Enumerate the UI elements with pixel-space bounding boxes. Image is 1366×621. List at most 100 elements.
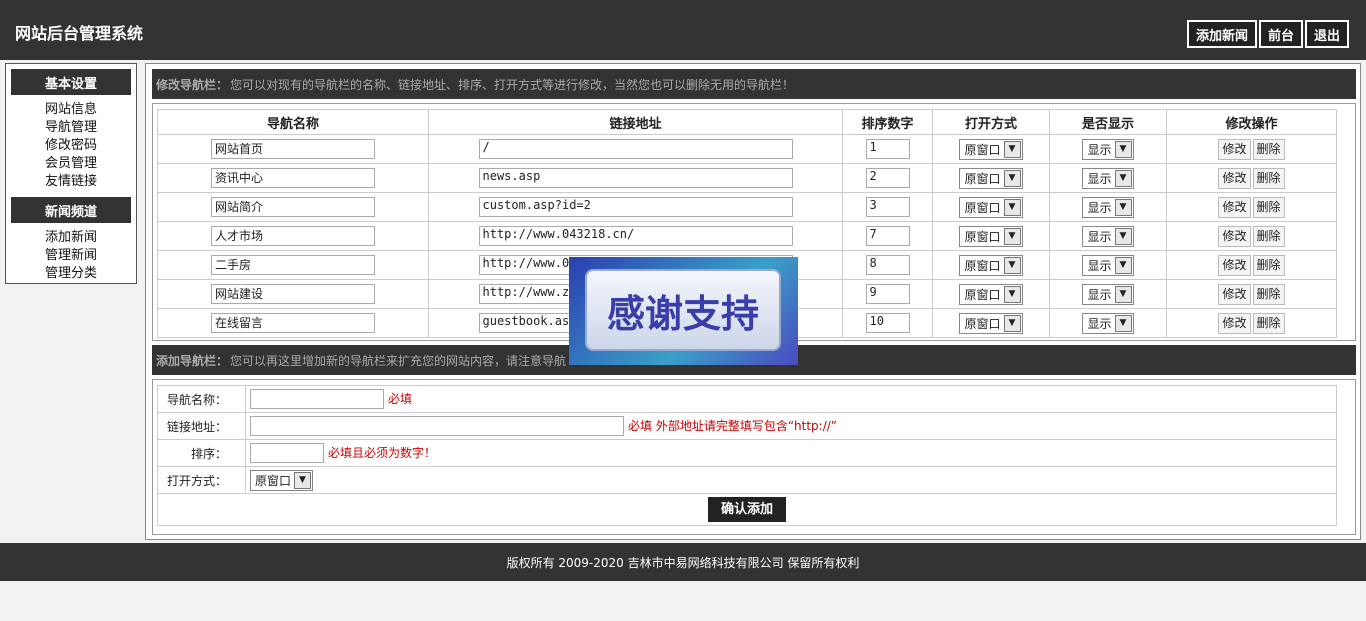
nav-show-select[interactable]: 显示 ▼ [1082,254,1134,276]
nav-open-select[interactable]: 原窗口 ▼ [959,283,1023,305]
nav-sort-input[interactable]: 7 [865,226,910,246]
nav-open-select[interactable]: 原窗口 ▼ [959,225,1023,247]
sidebar: 基本设置 网站信息 导航管理 修改密码 会员管理 友情链接 新闻频道 添加新闻 … [5,63,137,284]
delete-button[interactable]: 删除 [1252,312,1285,334]
nav-name-input[interactable]: 网站简介 [211,197,375,217]
edit-button[interactable]: 修改 [1218,167,1251,189]
nav-show-value: 显示 [1087,200,1112,215]
confirm-add-button[interactable]: 确认添加 [707,497,786,522]
nav-show-select[interactable]: 显示 ▼ [1082,225,1134,247]
delete-button[interactable]: 删除 [1252,138,1285,160]
nav-open-value: 原窗口 [964,171,1001,186]
delete-button[interactable]: 删除 [1252,167,1285,189]
edit-button[interactable]: 修改 [1218,225,1251,247]
delete-button[interactable]: 删除 [1252,283,1285,305]
chevron-down-icon: ▼ [1003,285,1021,303]
nav-ops-cell: 修改 删除 [1166,279,1337,309]
nav-url-input[interactable]: news.asp [478,168,793,188]
nav-name-input[interactable]: 在线留言 [211,313,375,333]
chevron-down-icon: ▼ [1114,140,1132,158]
edit-button[interactable]: 修改 [1218,312,1251,334]
nav-open-value: 原窗口 [964,229,1001,244]
add-name-input[interactable] [250,389,384,409]
nav-sort-cell: 8 [842,250,933,280]
nav-url-input[interactable]: custom.asp?id=2 [478,197,793,217]
nav-name-cell: 网站首页 [157,134,429,164]
add-nav-desc: 您可以再这里增加新的导航栏来扩充您的网站内容，请注意导航 [230,353,567,368]
nav-open-select[interactable]: 原窗口 ▼ [959,196,1023,218]
add-nav-form: 导航名称： 必填 链接地址： 必填 外部地址请完整填写包含“http://” 排… [157,385,1337,526]
col-open-mode: 打开方式 [932,109,1050,135]
sidebar-item-manage-categories[interactable]: 管理分类 [6,265,136,283]
nav-name-cell: 二手房 [157,250,429,280]
nav-sort-input[interactable]: 3 [865,197,910,217]
add-open-label: 打开方式： [157,466,246,494]
nav-name-input[interactable]: 二手房 [211,255,375,275]
add-sort-label: 排序： [157,439,246,467]
sidebar-item-nav-manage[interactable]: 导航管理 [6,119,136,137]
frontend-button[interactable]: 前台 [1259,20,1303,48]
nav-url-input[interactable]: / [478,139,793,159]
nav-open-select[interactable]: 原窗口 ▼ [959,138,1023,160]
table-row: 资讯中心 news.asp 2 原窗口 ▼ 显示 ▼ 修改 删除 [157,163,1337,193]
nav-open-select[interactable]: 原窗口 ▼ [959,312,1023,334]
nav-ops-cell: 修改 删除 [1166,163,1337,193]
sidebar-item-site-info[interactable]: 网站信息 [6,101,136,119]
nav-sort-input[interactable]: 10 [865,313,910,333]
nav-show-cell: 显示 ▼ [1049,134,1167,164]
nav-show-value: 显示 [1087,171,1112,186]
sidebar-item-member-manage[interactable]: 会员管理 [6,155,136,173]
edit-nav-title: 修改导航栏： [156,77,229,92]
col-nav-name: 导航名称 [157,109,429,135]
nav-url-input[interactable]: http://www.043218.cn/ [478,226,793,246]
nav-open-cell: 原窗口 ▼ [932,163,1050,193]
nav-open-select[interactable]: 原窗口 ▼ [959,254,1023,276]
nav-sort-input[interactable]: 8 [865,255,910,275]
nav-ops-cell: 修改 删除 [1166,221,1337,251]
delete-button[interactable]: 删除 [1252,196,1285,218]
chevron-down-icon: ▼ [1114,169,1132,187]
edit-nav-desc: 您可以对现有的导航栏的名称、链接地址、排序、打开方式等进行修改，当然您也可以删除… [230,77,795,92]
nav-sort-cell: 1 [842,134,933,164]
nav-name-cell: 网站简介 [157,192,429,222]
nav-sort-input[interactable]: 1 [865,139,910,159]
nav-show-select[interactable]: 显示 ▼ [1082,196,1134,218]
col-show: 是否显示 [1049,109,1167,135]
nav-name-input[interactable]: 网站建设 [211,284,375,304]
thanks-popup[interactable]: 感谢支持 [569,257,798,365]
sidebar-item-friend-links[interactable]: 友情链接 [6,173,136,191]
edit-button[interactable]: 修改 [1218,138,1251,160]
edit-button[interactable]: 修改 [1218,283,1251,305]
nav-name-input[interactable]: 资讯中心 [211,168,375,188]
delete-button[interactable]: 删除 [1252,225,1285,247]
edit-button[interactable]: 修改 [1218,254,1251,276]
nav-open-select[interactable]: 原窗口 ▼ [959,167,1023,189]
add-url-label: 链接地址： [157,412,246,440]
table-row: 人才市场 http://www.043218.cn/7 原窗口 ▼ 显示 ▼ 修改 删除 [157,221,1337,251]
sidebar-item-change-password[interactable]: 修改密码 [6,137,136,155]
nav-name-input[interactable]: 人才市场 [211,226,375,246]
nav-show-select[interactable]: 显示 ▼ [1082,312,1134,334]
chevron-down-icon: ▼ [294,471,312,489]
nav-show-select[interactable]: 显示 ▼ [1082,283,1134,305]
nav-name-input[interactable]: 网站首页 [211,139,375,159]
chevron-down-icon: ▼ [1003,314,1021,332]
add-news-button[interactable]: 添加新闻 [1187,20,1257,48]
nav-sort-cell: 7 [842,221,933,251]
nav-show-select[interactable]: 显示 ▼ [1082,167,1134,189]
add-url-input[interactable] [250,416,624,436]
add-open-select[interactable]: 原窗口 ▼ [250,469,314,491]
sidebar-item-manage-news[interactable]: 管理新闻 [6,247,136,265]
delete-button[interactable]: 删除 [1252,254,1285,276]
sidebar-item-add-news[interactable]: 添加新闻 [6,229,136,247]
edit-button[interactable]: 修改 [1218,196,1251,218]
logout-button[interactable]: 退出 [1305,20,1349,48]
nav-sort-input[interactable]: 2 [865,168,910,188]
col-nav-url: 链接地址 [428,109,843,135]
nav-show-select[interactable]: 显示 ▼ [1082,138,1134,160]
nav-sort-input[interactable]: 9 [865,284,910,304]
nav-name-cell: 网站建设 [157,279,429,309]
sidebar-section-news: 新闻频道 [11,197,131,223]
add-sort-input[interactable] [250,443,324,463]
nav-ops-cell: 修改 删除 [1166,250,1337,280]
